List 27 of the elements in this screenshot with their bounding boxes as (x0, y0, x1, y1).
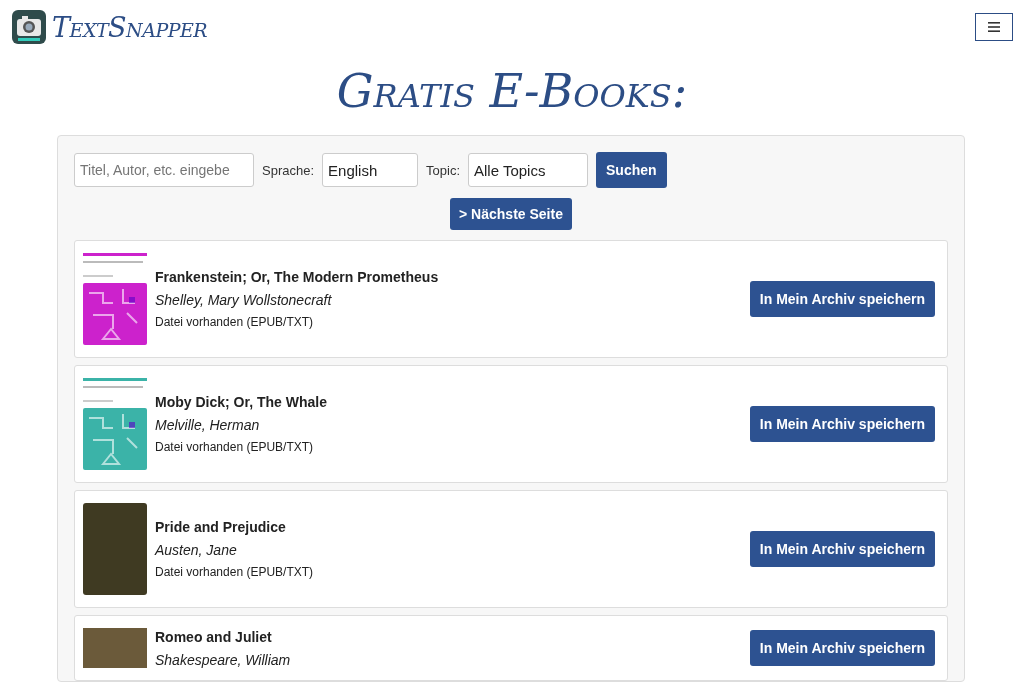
camera-icon (12, 10, 46, 44)
logo-text[interactable]: TextSnapper (52, 11, 208, 43)
save-to-archive-button[interactable]: In Mein Archiv speichern (749, 281, 935, 317)
file-status: Datei vorhanden (EPUB/TXT) (155, 565, 315, 579)
topic-label: Topic: (426, 162, 460, 178)
language-field[interactable]: English (322, 153, 419, 187)
save-to-archive-button[interactable]: In Mein Archiv speichern (749, 630, 935, 666)
book-title: Moby Dick; Or, The Whale (155, 394, 328, 410)
file-status: Datei vorhanden (EPUB/TXT) (155, 440, 315, 454)
page-title: Gratis E-Books: (335, 63, 689, 120)
search-button[interactable]: Suchen (596, 152, 667, 188)
book-author: Shakespeare, William (155, 651, 292, 668)
menu-button[interactable] (975, 13, 1013, 41)
file-status: Datei vorhanden (EPUB/TXT) (155, 315, 315, 329)
book-author: Austen, Jane (155, 542, 238, 558)
book-title: Pride and Prejudice (155, 519, 287, 535)
save-to-archive-button[interactable]: In Mein Archiv speichern (749, 406, 935, 442)
save-to-archive-button[interactable]: In Mein Archiv speichern (749, 531, 935, 567)
search-field[interactable]: Titel, Autor, etc. eingebe (74, 153, 254, 187)
menu-icon (988, 22, 1000, 32)
book-title: Frankenstein; Or, The Modern Prometheus (155, 269, 440, 285)
book-title: Romeo and Juliet (155, 628, 273, 645)
topic-field[interactable]: Alle Topics (468, 153, 588, 187)
book-author: Melville, Herman (155, 417, 261, 433)
language-label: Sprache: (262, 162, 315, 178)
next-page-button[interactable]: > Nächste Seite (450, 198, 572, 230)
book-author: Shelley, Mary Wollstonecraft (155, 292, 333, 308)
